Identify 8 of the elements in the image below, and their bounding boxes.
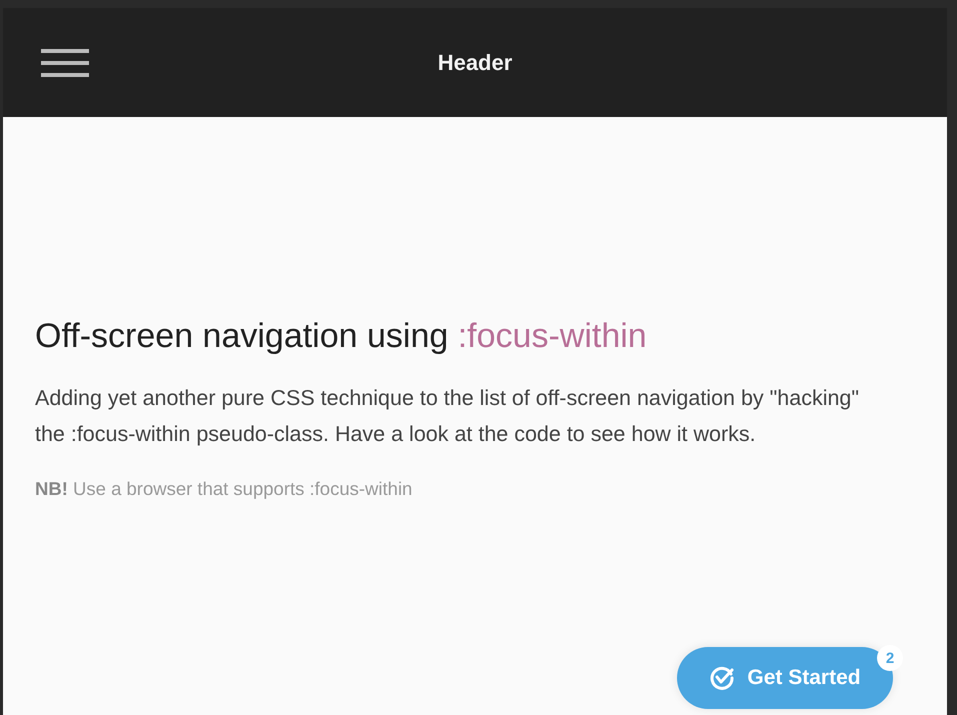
header-title: Header bbox=[438, 50, 512, 76]
page-heading: Off-screen navigation using :focus-within bbox=[35, 317, 648, 356]
menu-icon bbox=[41, 48, 89, 78]
count-badge: 2 bbox=[877, 645, 903, 671]
check-circle-icon bbox=[709, 665, 736, 691]
intro-paragraph: Adding yet another pure CSS technique to the list of off-screen navigation by "hacking" the :focus-within pseudo-class. Have a look at the code to see how it works. bbox=[35, 385, 860, 448]
browser-note: NB! Use a browser that supports :focus-within bbox=[35, 478, 414, 500]
menu-button[interactable] bbox=[41, 48, 89, 78]
